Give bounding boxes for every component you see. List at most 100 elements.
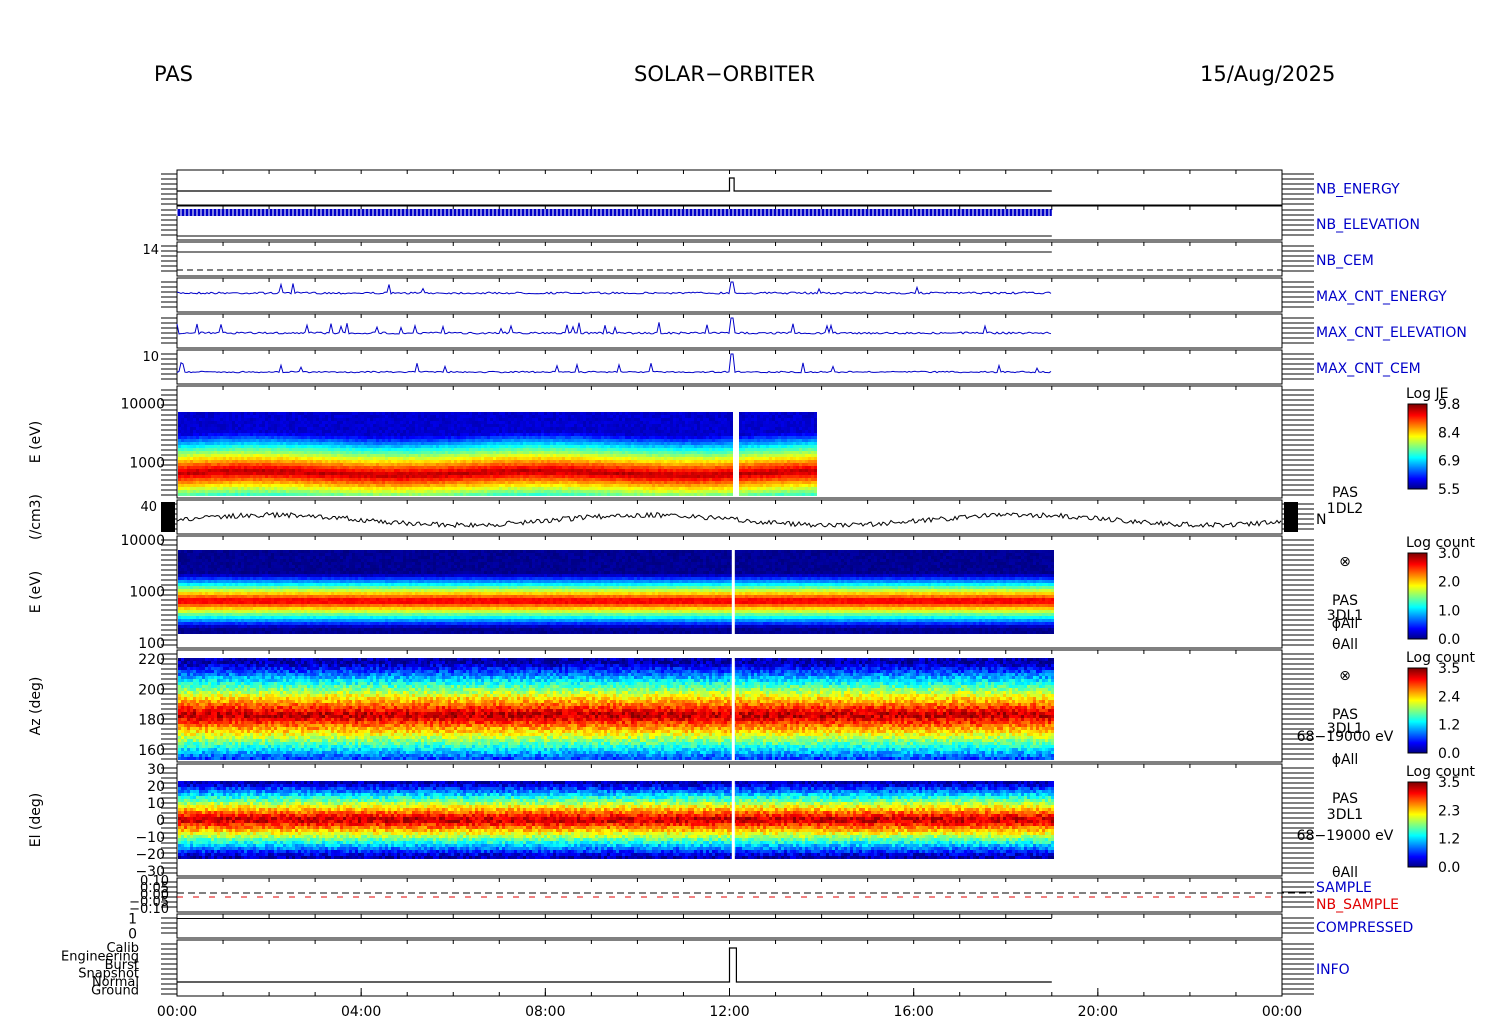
heat-cell: [700, 424, 703, 427]
heat-cell: [631, 433, 634, 436]
heat-cell: [469, 439, 472, 442]
heat-cell: [238, 436, 241, 439]
heat-cell: [652, 439, 655, 442]
heat-cell: [766, 445, 769, 448]
heat-cell: [616, 451, 619, 454]
heat-cell: [760, 433, 763, 436]
heat-cell: [532, 457, 535, 460]
heat-cell: [406, 427, 409, 430]
heat-cell: [187, 415, 190, 418]
heat-cell: [229, 454, 232, 457]
heat-cell: [592, 433, 595, 436]
heat-cell: [229, 424, 232, 427]
heat-cell: [499, 460, 502, 463]
heat-cell: [565, 448, 568, 451]
heat-cell: [409, 451, 412, 454]
heat-cell: [682, 424, 685, 427]
heat-cell: [811, 457, 814, 460]
heat-cell: [685, 454, 688, 457]
heat-cell: [451, 415, 454, 418]
heat-cell: [772, 445, 775, 448]
heat-cell: [766, 427, 769, 430]
heat-cell: [676, 445, 679, 448]
heat-cell: [178, 448, 181, 451]
heat-cell: [313, 451, 316, 454]
heat-cell: [778, 436, 781, 439]
heat-cell: [385, 436, 388, 439]
heat-cell: [295, 415, 298, 418]
heat-cell: [511, 445, 514, 448]
heat-cell: [589, 457, 592, 460]
heat-cell: [694, 448, 697, 451]
heat-cell: [784, 454, 787, 457]
heat-cell: [718, 421, 721, 424]
heat-cell: [598, 415, 601, 418]
heat-cell: [223, 442, 226, 445]
heat-cell: [616, 418, 619, 421]
heat-cell: [415, 463, 418, 466]
heat-cell: [343, 439, 346, 442]
heat-cell: [208, 469, 211, 472]
heat-cell: [748, 448, 751, 451]
heat-cell: [799, 466, 802, 469]
heat-cell: [619, 427, 622, 430]
heat-cell: [295, 427, 298, 430]
heat-cell: [403, 436, 406, 439]
heat-cell: [448, 439, 451, 442]
heat-cell: [322, 445, 325, 448]
heat-cell: [643, 460, 646, 463]
heat-cell: [403, 412, 406, 415]
heat-cell: [412, 442, 415, 445]
heat-cell: [211, 460, 214, 463]
heat-cell: [382, 418, 385, 421]
heat-cell: [247, 439, 250, 442]
heat-cell: [397, 433, 400, 436]
heat-cell: [751, 451, 754, 454]
heat-cell: [415, 427, 418, 430]
heat-cell: [403, 466, 406, 469]
heat-cell: [259, 454, 262, 457]
heat-cell: [181, 418, 184, 421]
heat-cell: [613, 436, 616, 439]
heat-cell: [661, 445, 664, 448]
heat-cell: [433, 427, 436, 430]
heat-cell: [757, 412, 760, 415]
heat-cell: [250, 463, 253, 466]
heat-cell: [553, 463, 556, 466]
heat-cell: [532, 445, 535, 448]
heat-cell: [580, 463, 583, 466]
heat-cell: [805, 436, 808, 439]
heat-cell: [487, 430, 490, 433]
heat-cell: [202, 454, 205, 457]
heat-cell: [295, 430, 298, 433]
heat-cell: [625, 430, 628, 433]
heat-cell: [211, 448, 214, 451]
heat-cell: [646, 460, 649, 463]
heat-cell: [415, 412, 418, 415]
heat-cell: [397, 424, 400, 427]
heat-cell: [340, 466, 343, 469]
heat-cell: [241, 454, 244, 457]
heat-cell: [535, 430, 538, 433]
heat-cell: [763, 448, 766, 451]
heat-cell: [694, 421, 697, 424]
heat-cell: [667, 418, 670, 421]
heat-cell: [781, 457, 784, 460]
heat-cell: [349, 418, 352, 421]
heat-cell: [568, 412, 571, 415]
heat-cell: [352, 418, 355, 421]
heat-cell: [661, 460, 664, 463]
heat-cell: [610, 436, 613, 439]
heat-cell: [583, 433, 586, 436]
heat-cell: [253, 412, 256, 415]
heat-cell: [301, 448, 304, 451]
heat-cell: [388, 433, 391, 436]
heat-cell: [580, 412, 583, 415]
heat-cell: [355, 442, 358, 445]
heat-cell: [370, 415, 373, 418]
heat-cell: [475, 457, 478, 460]
heat-cell: [418, 439, 421, 442]
heat-cell: [742, 442, 745, 445]
heat-cell: [298, 427, 301, 430]
heat-cell: [394, 448, 397, 451]
